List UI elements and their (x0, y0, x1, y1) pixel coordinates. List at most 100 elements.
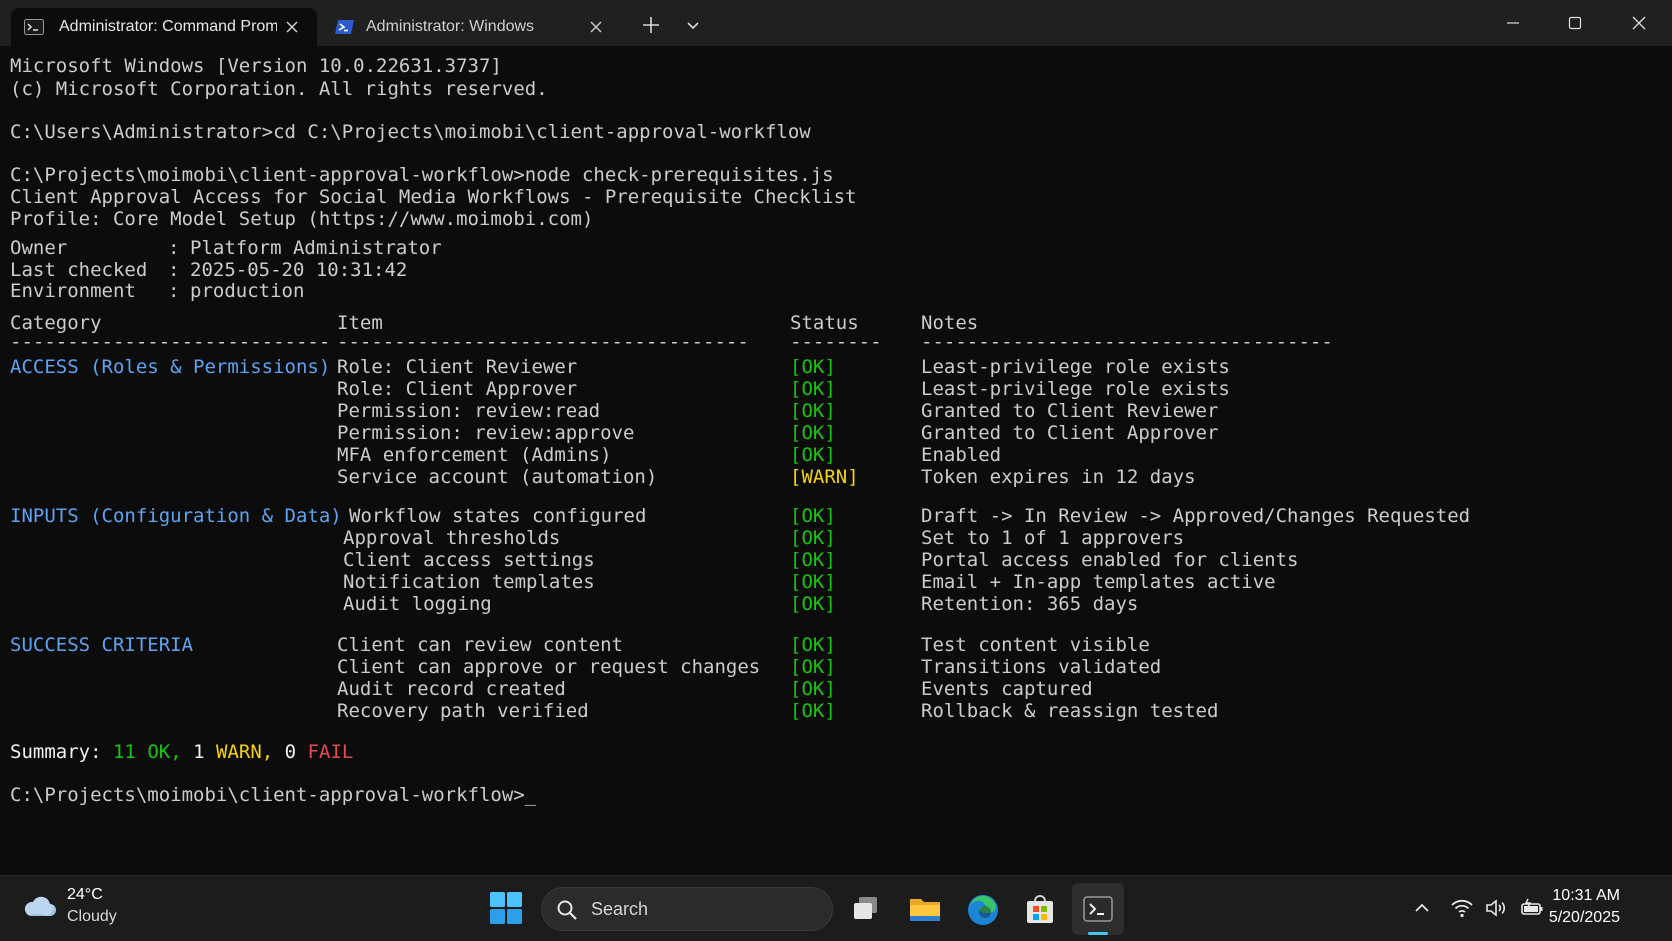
clock-date[interactable]: 5/20/2025 (1549, 909, 1620, 927)
checklist-note: Granted to Client Approver (921, 422, 1219, 444)
checklist-item: Client access settings (343, 549, 595, 571)
checklist-item: Recovery path verified (337, 700, 589, 722)
meta-colon: : (168, 237, 180, 259)
command-prompt-icon (24, 19, 44, 35)
search-icon (557, 900, 577, 920)
status-ok: [OK] (790, 422, 836, 444)
status-ok: [OK] (790, 634, 836, 656)
separator-item: ------------------------------------ (337, 331, 749, 353)
minimize-icon[interactable] (1482, 0, 1544, 46)
checklist-note: Token expires in 12 days (921, 466, 1196, 488)
separator-status: -------- (790, 331, 882, 353)
report-profile: Profile: Core Model Setup (https://www.m… (10, 208, 594, 230)
chevron-up-icon[interactable] (1410, 896, 1434, 920)
checklist-item: Permission: review:read (337, 400, 601, 422)
status-ok: [OK] (790, 593, 836, 615)
summary-ok-label: OK, (147, 741, 182, 763)
summary-fail-label: FAIL (307, 741, 354, 763)
status-ok: [OK] (790, 656, 836, 678)
checklist-note: Draft -> In Review -> Approved/Changes R… (921, 505, 1471, 527)
command-prompt[interactable]: C:\Projects\moimobi\client-approval-work… (10, 784, 536, 807)
checklist-item: Service account (automation) (337, 466, 658, 488)
meta-key-owner: Owner (10, 237, 68, 259)
checklist-item: Notification templates (343, 571, 595, 593)
checklist-item: Role: Client Reviewer (337, 356, 578, 378)
checklist-note: Granted to Client Reviewer (921, 400, 1219, 422)
title-bar: Administrator: Command Prompt Administra… (0, 0, 1672, 46)
taskbar: 24°C Cloudy Search 10:31 AM 5/20/2025 (0, 875, 1672, 941)
checklist-note: Set to 1 of 1 approvers (921, 527, 1185, 549)
terminal-command: C:\Projects\moimobi\client-approval-work… (10, 164, 834, 186)
checklist-item: Workflow states configured (349, 505, 647, 527)
status-ok: [OK] (790, 400, 836, 422)
weather-temperature[interactable]: 24°C (67, 886, 103, 904)
checklist-note: Least-privilege role exists (921, 356, 1230, 378)
meta-key-last-checked: Last checked (10, 259, 148, 281)
checklist-note: Retention: 365 days (921, 593, 1139, 615)
weather-condition[interactable]: Cloudy (67, 908, 117, 926)
category-success-criteria: SUCCESS CRITERIA (10, 634, 194, 656)
maximize-icon[interactable] (1544, 0, 1606, 46)
edge-browser-button[interactable] (956, 883, 1008, 935)
separator-notes: ------------------------------------ (921, 331, 1333, 353)
terminal-command: C:\Users\Administrator>cd C:\Projects\mo… (10, 121, 811, 143)
status-ok: [OK] (790, 356, 836, 378)
tab-powershell[interactable]: Administrator: Windows PowerShell (322, 8, 618, 46)
checklist-note: Email + In-app templates active (921, 571, 1276, 593)
battery-icon[interactable] (1520, 896, 1544, 920)
active-indicator (1088, 932, 1108, 935)
terminal-output[interactable]: Microsoft Windows [Version 10.0.22631.37… (0, 46, 1672, 875)
checklist-note: Least-privilege role exists (921, 378, 1230, 400)
tab-title: Administrator: Command Prompt (59, 18, 277, 35)
status-ok: [OK] (790, 549, 836, 571)
close-window-icon[interactable] (1608, 0, 1670, 46)
edge-icon (968, 895, 998, 925)
chevron-down-icon[interactable] (682, 14, 704, 36)
checklist-item: Audit logging (343, 593, 492, 615)
status-ok: [OK] (790, 571, 836, 593)
status-ok: [OK] (790, 678, 836, 700)
wifi-icon[interactable] (1450, 896, 1474, 920)
terminal-taskbar-button[interactable] (1072, 883, 1124, 935)
category-inputs: INPUTS (Configuration & Data) (10, 505, 342, 527)
checklist-item: Audit record created (337, 678, 566, 700)
cloud-icon[interactable] (22, 892, 58, 920)
meta-colon: : (168, 259, 180, 281)
search-placeholder: Search (591, 899, 649, 919)
close-tab-icon[interactable] (588, 19, 604, 35)
tab-title: Administrator: Windows PowerShell (366, 18, 538, 35)
task-view-button[interactable] (840, 883, 892, 935)
report-title: Client Approval Access for Social Media … (10, 186, 857, 208)
checklist-item: Client can review content (337, 634, 623, 656)
new-tab-icon[interactable] (640, 14, 662, 36)
file-explorer-button[interactable] (898, 883, 950, 935)
close-tab-icon[interactable] (284, 19, 300, 35)
summary-warn-label: WARN, (216, 741, 274, 763)
clock-time[interactable]: 10:31 AM (1552, 887, 1620, 905)
folder-icon (910, 899, 940, 921)
meta-colon: : (168, 280, 180, 302)
task-view-icon (854, 897, 877, 919)
windows-start-icon[interactable] (488, 890, 524, 926)
status-warn: [WARN] (790, 466, 859, 488)
checklist-note: Transitions validated (921, 656, 1162, 678)
status-ok: [OK] (790, 527, 836, 549)
checklist-note: Events captured (921, 678, 1093, 700)
summary-ok-count: 11 (112, 741, 136, 763)
checklist-item: Approval thresholds (343, 527, 561, 549)
checklist-item: Client can approve or request changes (337, 656, 761, 678)
checklist-item: MFA enforcement (Admins) (337, 444, 612, 466)
taskbar-search-box[interactable]: Search (541, 887, 833, 931)
terminal-line: (c) Microsoft Corporation. All rights re… (10, 78, 548, 100)
checklist-note: Test content visible (921, 634, 1150, 656)
checklist-item: Permission: review:approve (337, 422, 635, 444)
powershell-icon (335, 20, 354, 34)
terminal-line: Microsoft Windows [Version 10.0.22631.37… (10, 55, 502, 77)
status-ok: [OK] (790, 700, 836, 722)
checklist-note: Enabled (921, 444, 1002, 466)
tab-command-prompt[interactable]: Administrator: Command Prompt (11, 8, 317, 46)
store-icon (1027, 895, 1053, 923)
volume-icon[interactable] (1484, 896, 1508, 920)
microsoft-store-button[interactable] (1014, 883, 1066, 935)
summary-label: Summary: (10, 741, 102, 763)
